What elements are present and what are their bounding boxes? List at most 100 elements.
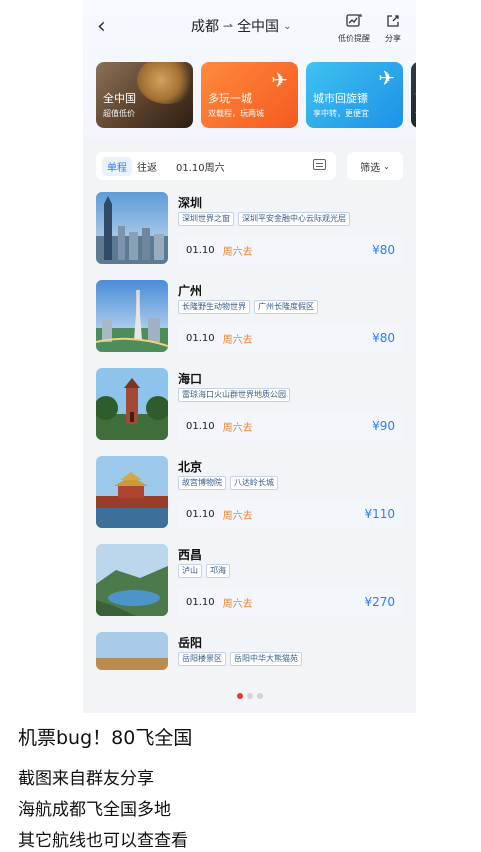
attraction-tag: 岳阳楼景区 [178, 652, 226, 666]
tag-list: 雷琼海口火山群世界地质公园 [178, 388, 290, 402]
price-row[interactable]: 01.10 周六去 ¥80 [178, 324, 403, 352]
post-text-line: 截图来自群友分享 [18, 769, 154, 789]
chevron-down-icon: ⌄ [383, 161, 390, 171]
promo-title: 多玩一城 [208, 92, 252, 105]
share-label: 分享 [385, 34, 401, 43]
pager-dot[interactable] [256, 693, 263, 699]
price-alert-button[interactable]: 低价提醒 [334, 14, 374, 44]
tag-list: 深圳世界之窗 深圳平安金融中心云际观光层 [178, 212, 350, 226]
attraction-tag: 深圳平安金融中心云际观光层 [238, 212, 350, 226]
list-item[interactable]: 广州 长隆野生动物世界 广州长隆度假区 01.10 周六去 ¥80 [96, 280, 403, 368]
back-icon[interactable]: ‹ [97, 14, 106, 39]
city-photo [96, 280, 168, 352]
tag-list: 岳阳楼景区 岳阳中华大熊猫苑 [178, 652, 302, 666]
price-row[interactable]: 01.10 周六去 ¥110 [178, 500, 403, 528]
price-row[interactable]: 01.10 周六去 ¥270 [178, 588, 403, 616]
promo-card-boomerang[interactable]: ✈ 城市回旋镖 享中转，更便宜 [306, 62, 403, 128]
filter-bar: 单程 往返 01.10周六 筛选 ⌄ [96, 152, 403, 180]
price-alert-label: 低价提醒 [338, 34, 370, 43]
header: ‹ 成都 ⇀ 全中国 ⌄ 低价提醒 分享 全中国 超值低价 ✈ 多玩一城 双载程… [83, 0, 416, 140]
city-name: 岳阳 [178, 636, 203, 650]
flight-date: 01.10 [186, 420, 215, 432]
flight-date: 01.10 [186, 332, 215, 344]
flight-weekday: 周六去 [222, 334, 253, 346]
tag-list: 故宫博物院 八达岭长城 [178, 476, 278, 490]
city-photo [96, 544, 168, 616]
post-text-line: 其它航线也可以查查看 [18, 831, 188, 851]
flight-weekday: 周六去 [222, 246, 253, 258]
price: ¥80 [372, 331, 395, 345]
post-text-line: 海航成都飞全国多地 [18, 800, 171, 820]
share-icon [373, 14, 413, 32]
promo-subtitle: 超值低价 [103, 109, 135, 118]
promo-subtitle: 享中转，更便宜 [313, 109, 369, 118]
city-name: 深圳 [178, 196, 203, 210]
promo-card-multi-city[interactable]: ✈ 多玩一城 双载程，玩两城 [201, 62, 298, 128]
attraction-tag: 岳阳中华大熊猫苑 [230, 652, 302, 666]
chevron-down-icon: ⌄ [283, 20, 292, 32]
attraction-tag: 广州长隆度假区 [254, 300, 318, 314]
city-name: 西昌 [178, 548, 203, 562]
city-photo [96, 456, 168, 528]
price: ¥80 [372, 243, 395, 257]
city-name: 海口 [178, 372, 203, 386]
price-row[interactable]: 01.10 周六去 ¥80 [178, 236, 403, 264]
list-item[interactable]: 海口 雷琼海口火山群世界地质公园 01.10 周六去 ¥90 [96, 368, 403, 456]
list-item[interactable]: 深圳 深圳世界之窗 深圳平安金融中心云际观光层 01.10 周六去 ¥80 [96, 192, 403, 280]
price: ¥90 [372, 419, 395, 433]
price: ¥110 [364, 507, 395, 521]
filter-button[interactable]: 筛选 ⌄ [347, 152, 403, 180]
route-selector[interactable]: 成都 ⇀ 全中国 ⌄ [191, 16, 291, 36]
tag-list: 长隆野生动物世界 广州长隆度假区 [178, 300, 318, 314]
flight-date: 01.10 [186, 244, 215, 256]
list-item[interactable]: 西昌 泸山 邛海 01.10 周六去 ¥270 [96, 544, 403, 632]
filter-label: 筛选 [360, 162, 381, 174]
promo-card-partial[interactable]: 两 公 [411, 62, 416, 128]
post-title: 机票bug！80飞全国 [18, 727, 193, 749]
flight-date: 01.10 [186, 508, 215, 520]
route-arrow-icon: ⇀ [223, 19, 234, 33]
destination-list: 深圳 深圳世界之窗 深圳平安金融中心云际观光层 01.10 周六去 ¥80 广州 [96, 192, 403, 682]
plane-icon: ✈ [271, 68, 288, 92]
promo-card-national[interactable]: 全中国 超值低价 [96, 62, 193, 128]
post: ‹ 成都 ⇀ 全中国 ⌄ 低价提醒 分享 全中国 超值低价 ✈ 多玩一城 双载程… [0, 0, 481, 852]
promo-cards: 全中国 超值低价 ✈ 多玩一城 双载程，玩两城 ✈ 城市回旋镖 享中转，更便宜 … [96, 62, 416, 128]
plane-icon: ✈ [378, 66, 395, 90]
flight-weekday: 周六去 [222, 510, 253, 522]
tab-round-trip[interactable]: 往返 [132, 157, 162, 176]
attraction-tag: 雷琼海口火山群世界地质公园 [178, 388, 290, 402]
date-field[interactable]: 01.10周六 [176, 159, 225, 174]
promo-title: 城市回旋镖 [313, 92, 368, 105]
origin-city: 成都 [191, 19, 219, 35]
price: ¥270 [364, 595, 395, 609]
city-photo [96, 368, 168, 440]
price-alert-icon [334, 14, 374, 32]
list-item[interactable]: 岳阳 岳阳楼景区 岳阳中华大熊猫苑 [96, 632, 403, 682]
city-name: 广州 [178, 284, 203, 298]
list-item[interactable]: 北京 故宫博物院 八达岭长城 01.10 周六去 ¥110 [96, 456, 403, 544]
city-photo [96, 192, 168, 264]
destination-city: 全中国 [237, 19, 280, 35]
promo-subtitle: 公 [415, 108, 416, 119]
trip-selector: 单程 往返 01.10周六 [96, 152, 336, 180]
share-button[interactable]: 分享 [373, 14, 413, 44]
flight-weekday: 周六去 [222, 422, 253, 434]
promo-title: 两 [415, 90, 416, 106]
flight-weekday: 周六去 [222, 598, 253, 610]
attraction-tag: 深圳世界之窗 [178, 212, 234, 226]
app-screenshot: ‹ 成都 ⇀ 全中国 ⌄ 低价提醒 分享 全中国 超值低价 ✈ 多玩一城 双载程… [83, 0, 416, 713]
flight-date: 01.10 [186, 596, 215, 608]
attraction-tag: 邛海 [206, 564, 230, 578]
attraction-tag: 长隆野生动物世界 [178, 300, 250, 314]
tag-list: 泸山 邛海 [178, 564, 230, 578]
pager-dot[interactable] [246, 693, 253, 699]
pager-dots [83, 693, 416, 699]
calendar-icon[interactable] [313, 159, 326, 170]
city-name: 北京 [178, 460, 203, 474]
city-photo [96, 632, 168, 670]
attraction-tag: 故宫博物院 [178, 476, 226, 490]
price-row[interactable]: 01.10 周六去 ¥90 [178, 412, 403, 440]
tab-one-way[interactable]: 单程 [102, 156, 132, 176]
attraction-tag: 泸山 [178, 564, 202, 578]
pager-dot-active[interactable] [236, 693, 243, 699]
